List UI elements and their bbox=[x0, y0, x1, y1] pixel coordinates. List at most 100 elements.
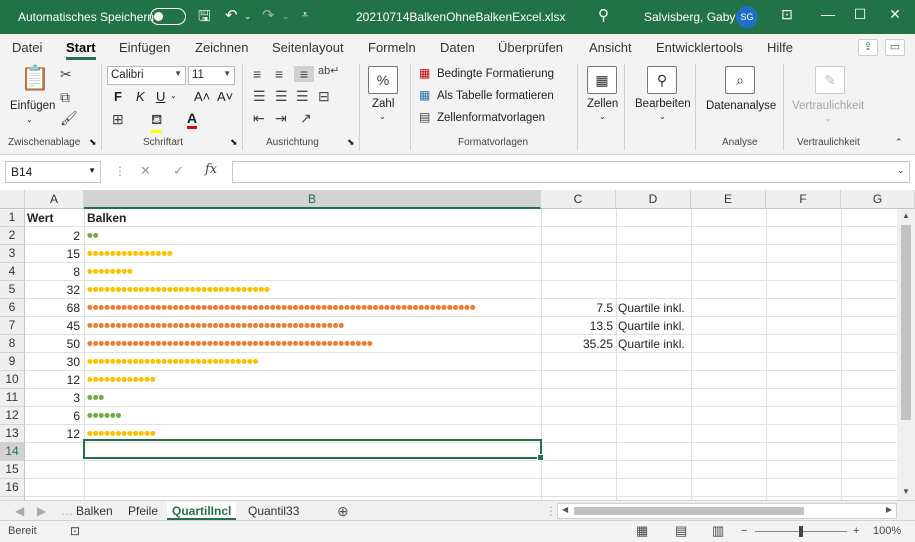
font-name-select[interactable]: Calibri ▼ bbox=[107, 66, 186, 85]
avatar[interactable]: SG bbox=[736, 6, 758, 28]
ribbon-display-icon[interactable]: ⊡ bbox=[777, 6, 797, 23]
column-header-f[interactable]: F bbox=[766, 190, 841, 209]
select-all-corner[interactable] bbox=[0, 190, 25, 209]
wrap-text-icon[interactable]: ab↵ bbox=[318, 64, 339, 77]
cell-styles-button[interactable]: Zellenformatvorlagen bbox=[437, 112, 545, 124]
format-painter-icon[interactable]: 🖌 bbox=[60, 110, 78, 127]
data-analysis-button[interactable]: Datenanalyse bbox=[706, 100, 776, 112]
bar-dots[interactable] bbox=[87, 479, 539, 497]
cell-a[interactable]: 50 bbox=[27, 335, 82, 353]
cell-a[interactable] bbox=[27, 443, 82, 461]
cell-c[interactable] bbox=[541, 371, 615, 389]
orientation-icon[interactable]: ↗ bbox=[300, 110, 312, 127]
conditional-format-icon[interactable]: ▦ bbox=[419, 66, 430, 80]
zoom-slider-thumb[interactable] bbox=[799, 526, 803, 537]
font-size-select[interactable]: 11 ▼ bbox=[188, 66, 235, 85]
grow-font-button[interactable]: A˄ bbox=[194, 89, 210, 104]
cell-a[interactable]: 45 bbox=[27, 317, 82, 335]
bar-dots[interactable]: ●●●●●●●●●●●●●●●●●●●●●●●●●●●●●● bbox=[87, 353, 539, 371]
conditional-format-button[interactable]: Bedingte Formatierung bbox=[437, 68, 554, 80]
horizontal-scrollbar[interactable]: ◀ ▶ bbox=[557, 503, 897, 519]
cell-a[interactable]: 8 bbox=[27, 263, 82, 281]
page-layout-view-icon[interactable]: ▤ bbox=[675, 523, 687, 539]
redo-dropdown-icon[interactable]: ⌄ bbox=[282, 11, 290, 22]
row-header[interactable]: 4 bbox=[0, 263, 25, 281]
cells-button[interactable]: Zellen bbox=[587, 98, 618, 110]
scroll-up-icon[interactable]: ▲ bbox=[902, 211, 910, 220]
zoom-level[interactable]: 100% bbox=[873, 525, 901, 537]
column-header-c[interactable]: C bbox=[541, 190, 616, 209]
bar-dots[interactable]: ●●●●●●●●●●●● bbox=[87, 371, 539, 389]
normal-view-icon[interactable]: ▦ bbox=[636, 523, 648, 539]
cell-b[interactable]: Balken bbox=[87, 209, 539, 227]
column-header-b[interactable]: B bbox=[84, 190, 541, 209]
undo-dropdown-icon[interactable]: ⌄ bbox=[244, 11, 252, 22]
insert-function-button[interactable]: fx bbox=[205, 162, 217, 177]
cell-a[interactable] bbox=[27, 461, 82, 479]
row-header[interactable]: 16 bbox=[0, 479, 25, 497]
sheet-tab-pfeile[interactable]: Pfeile bbox=[123, 502, 163, 520]
bar-dots[interactable]: ●●●●●● bbox=[87, 407, 539, 425]
cell-styles-icon[interactable]: ▤ bbox=[419, 110, 430, 124]
tab-einfuegen[interactable]: Einfügen bbox=[119, 40, 170, 55]
row-header[interactable]: 9 bbox=[0, 353, 25, 371]
decrease-indent-icon[interactable]: ⇤ bbox=[253, 110, 265, 127]
align-top-icon[interactable]: ≡ bbox=[253, 66, 261, 82]
underline-dropdown-icon[interactable]: ⌄ bbox=[170, 91, 177, 100]
cell-a[interactable]: 6 bbox=[27, 407, 82, 425]
merge-center-icon[interactable]: ⊟ bbox=[318, 88, 330, 105]
cell-a[interactable]: 12 bbox=[27, 425, 82, 443]
row-header[interactable]: 14 bbox=[0, 443, 25, 461]
search-icon[interactable]: ⚲ bbox=[598, 6, 609, 24]
bold-button[interactable]: F bbox=[114, 89, 122, 104]
percent-icon[interactable]: % bbox=[368, 66, 398, 94]
row-header[interactable]: 1 bbox=[0, 209, 25, 227]
cell-c[interactable] bbox=[541, 407, 615, 425]
fill-color-icon[interactable]: ⛾ bbox=[151, 111, 163, 133]
prev-sheet-icon[interactable]: ◀ bbox=[10, 502, 29, 520]
paste-button[interactable]: Einfügen bbox=[10, 100, 55, 112]
cell-c[interactable]: 7.5 bbox=[541, 299, 615, 317]
italic-button[interactable]: K bbox=[136, 89, 145, 104]
tab-seitenlayout[interactable]: Seitenlayout bbox=[272, 40, 344, 55]
scroll-right-icon[interactable]: ▶ bbox=[886, 505, 892, 514]
column-header-d[interactable]: D bbox=[616, 190, 691, 209]
column-header-e[interactable]: E bbox=[691, 190, 766, 209]
bar-dots[interactable]: ●● bbox=[87, 227, 539, 245]
bar-dots[interactable] bbox=[87, 461, 539, 479]
column-header-g[interactable]: G bbox=[841, 190, 915, 209]
tab-daten[interactable]: Daten bbox=[440, 40, 475, 55]
font-launcher-icon[interactable]: ⬊ bbox=[230, 137, 238, 148]
cell-c[interactable] bbox=[541, 281, 615, 299]
editing-button[interactable]: Bearbeiten bbox=[635, 98, 691, 110]
row-header[interactable]: 3 bbox=[0, 245, 25, 263]
cell-a[interactable]: 12 bbox=[27, 371, 82, 389]
bar-dots[interactable]: ●●●●●●●●●●●●●●●●●●●●●●●●●●●●●●●●●●●●●●●●… bbox=[87, 299, 539, 317]
cell-a[interactable]: 2 bbox=[27, 227, 82, 245]
data-analysis-icon[interactable]: ⌕ bbox=[725, 66, 755, 94]
sensitivity-icon[interactable]: ✎ bbox=[815, 66, 845, 94]
align-right-icon[interactable]: ☰ bbox=[296, 88, 309, 105]
cell-c[interactable]: 35.25 bbox=[541, 335, 615, 353]
customize-qat-icon[interactable]: ⩡ bbox=[302, 9, 308, 22]
tab-hilfe[interactable]: Hilfe bbox=[767, 40, 793, 55]
page-break-view-icon[interactable]: ▥ bbox=[712, 523, 724, 539]
expand-formula-icon[interactable]: ⌄ bbox=[897, 165, 905, 176]
shrink-font-button[interactable]: A˅ bbox=[217, 89, 233, 104]
cell-a[interactable]: 3 bbox=[27, 389, 82, 407]
scroll-thumb[interactable] bbox=[901, 225, 911, 420]
alignment-launcher-icon[interactable]: ⬊ bbox=[347, 137, 355, 148]
number-format-button[interactable]: Zahl bbox=[372, 98, 394, 110]
cell-c[interactable] bbox=[541, 227, 615, 245]
vertical-scrollbar[interactable]: ▲ ▼ bbox=[897, 209, 915, 500]
scroll-thumb[interactable] bbox=[574, 507, 804, 515]
cell-a[interactable]: 68 bbox=[27, 299, 82, 317]
sheet-tab-quartilincl[interactable]: QuartilIncl bbox=[167, 502, 237, 520]
cell-c[interactable] bbox=[541, 389, 615, 407]
align-middle-icon[interactable]: ≡ bbox=[275, 66, 283, 82]
add-sheet-icon[interactable]: ⊕ bbox=[332, 502, 354, 520]
row-header[interactable]: 2 bbox=[0, 227, 25, 245]
save-icon[interactable]: 🖫 bbox=[198, 6, 211, 31]
enter-icon[interactable]: ✓ bbox=[173, 163, 184, 179]
cell-c[interactable] bbox=[541, 209, 615, 227]
